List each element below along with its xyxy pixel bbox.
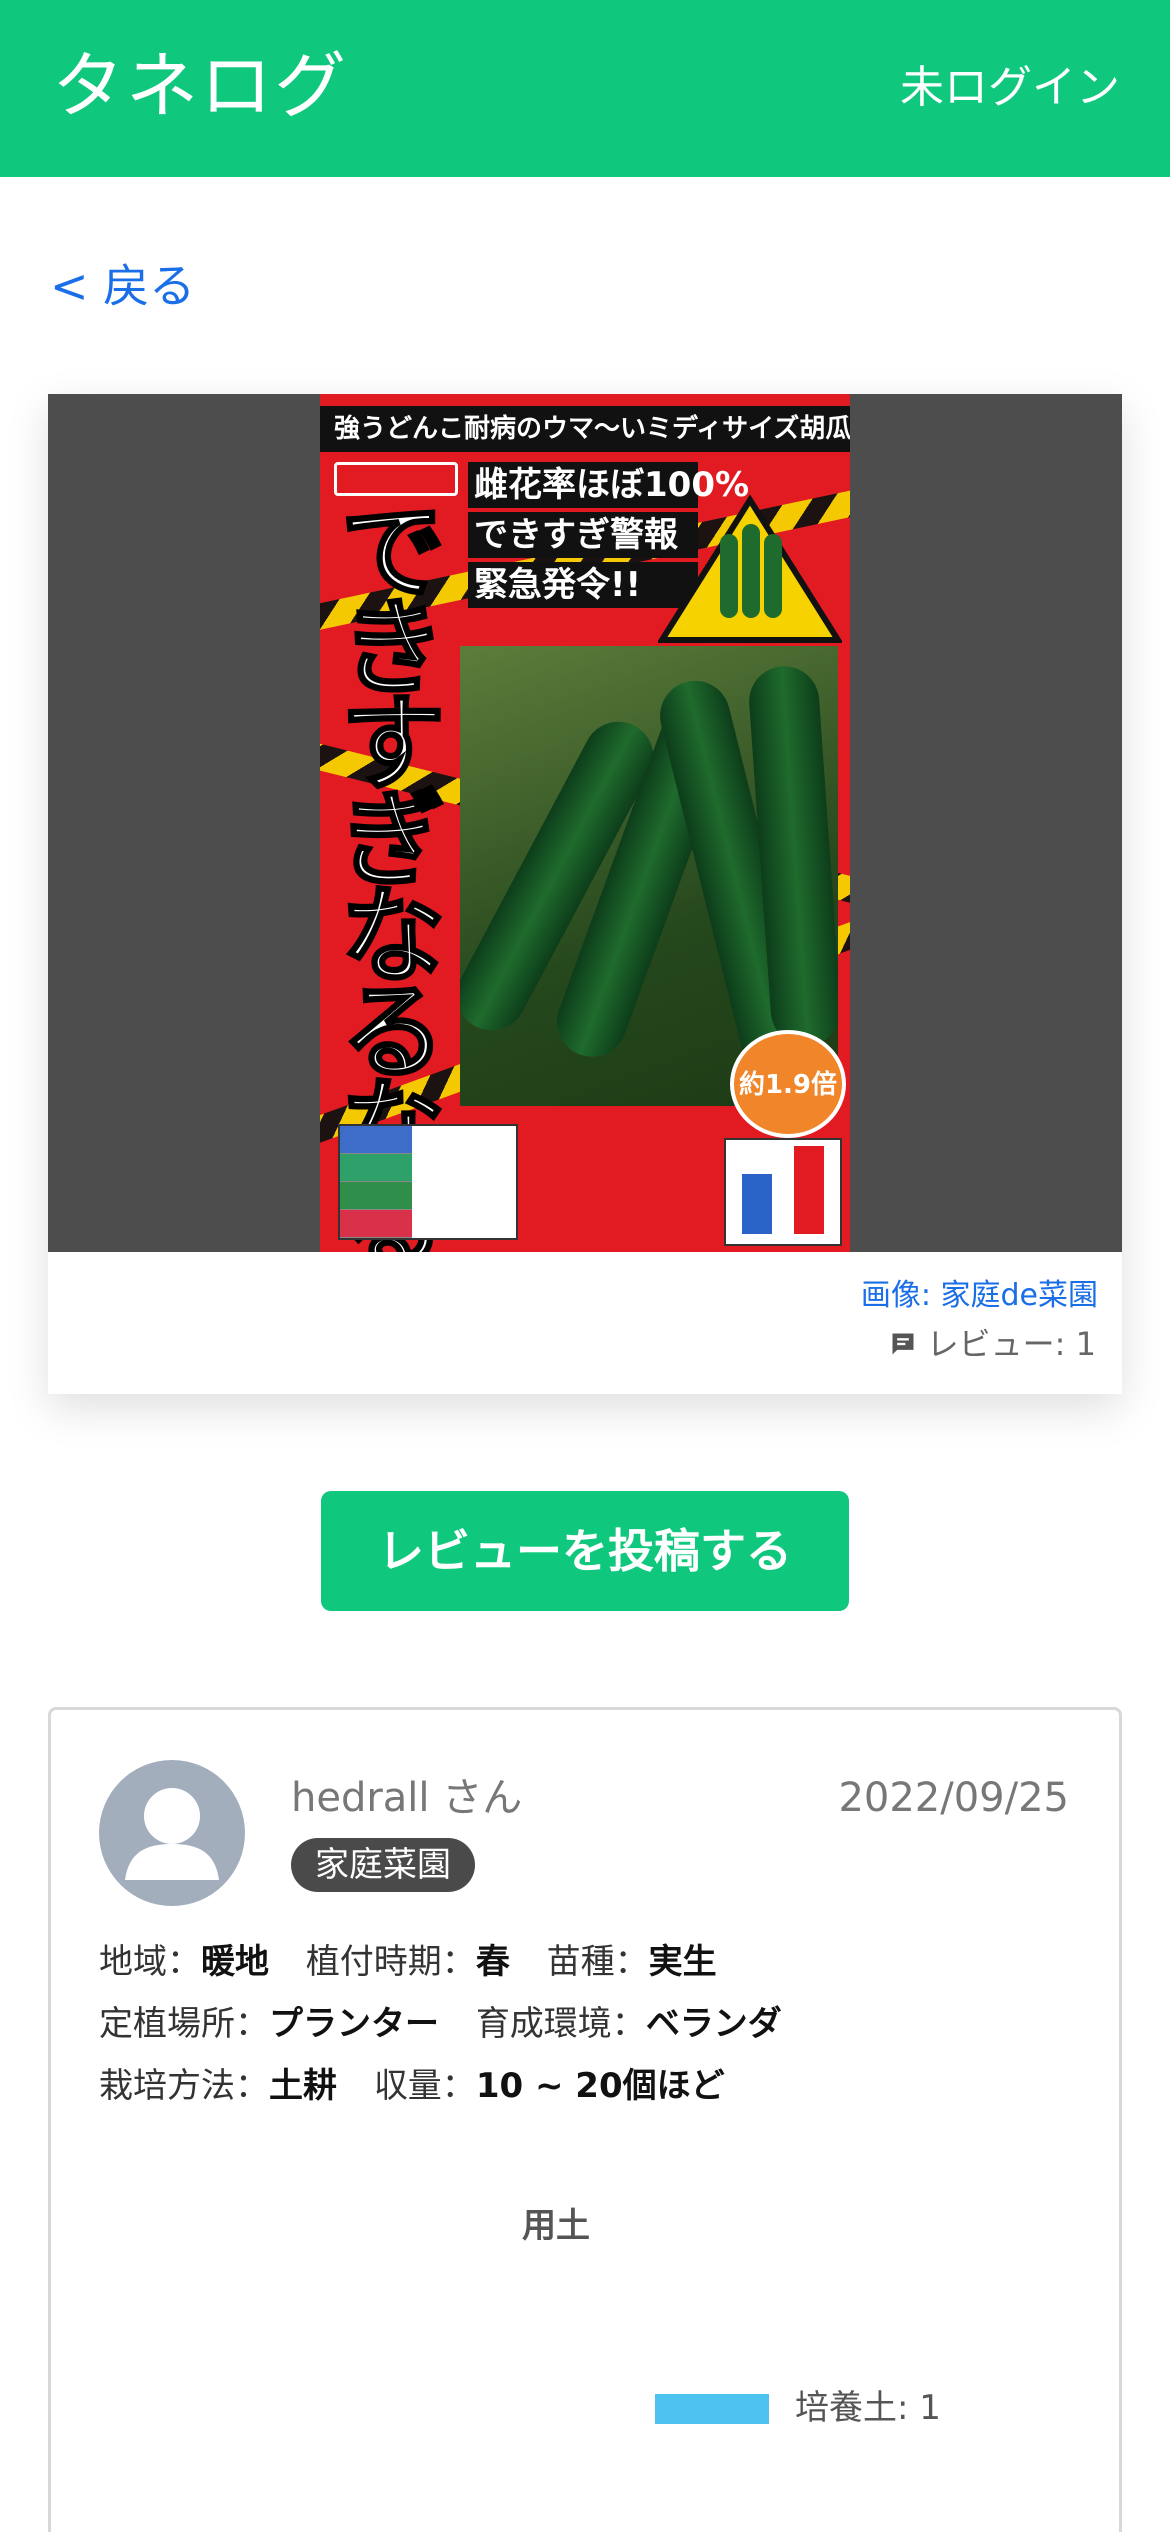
attr-value-seedling: 実生: [648, 1942, 717, 1982]
product-card: 強うどんこ耐病のウマ～いミディサイズ胡瓜 できすぎなるなる 雌花率ほぼ100% …: [48, 394, 1122, 1394]
attr-label: 地域：: [99, 1942, 201, 1982]
attr-label: 栽培方法：: [99, 2066, 269, 2106]
attr-value-region: 暖地: [201, 1942, 269, 1982]
app-title[interactable]: タネログ: [52, 38, 348, 134]
back-link[interactable]: < 戻る: [50, 256, 195, 316]
attr-line-1: 地域：暖地 植付時期：春 苗種：実生: [99, 1938, 743, 1986]
attr-value-yield: 10 ~ 20個ほど: [475, 2066, 725, 2106]
attr-label: 収量：: [373, 2066, 476, 2106]
pack-caption-bar: 強うどんこ耐病のウマ～いミディサイズ胡瓜: [320, 406, 850, 452]
pack-caption: 強うどんこ耐病のウマ～いミディサイズ胡瓜: [334, 414, 850, 444]
mini-bar: [742, 1174, 772, 1234]
attr-line-3: 栽培方法：土耕 収量：10 ~ 20個ほど: [99, 2062, 751, 2110]
yield-bubble-text: 約1.9倍: [738, 1070, 838, 1100]
yield-mini-chart: [724, 1138, 842, 1246]
attr-value-place: プランター: [269, 2004, 439, 2044]
app-header: タネログ 未ログイン: [0, 0, 1170, 177]
sowing-table: [338, 1124, 518, 1240]
warning-triangle-icon: [658, 494, 842, 643]
seed-pack-image: 強うどんこ耐病のウマ～いミディサイズ胡瓜 できすぎなるなる 雌花率ほぼ100% …: [320, 394, 850, 1252]
attr-value-method: 土耕: [269, 2066, 337, 2106]
attr-line-2: 定植場所：プランター 育成環境：ベランダ: [99, 2000, 808, 2048]
legend-swatch: [655, 2394, 769, 2424]
comment-icon: [892, 1333, 914, 1355]
post-review-button[interactable]: レビューを投稿する: [321, 1491, 849, 1611]
product-image-area: 強うどんこ耐病のウマ～いミディサイズ胡瓜 できすぎなるなる 雌花率ほぼ100% …: [48, 394, 1122, 1252]
user-avatar-icon: [125, 1788, 219, 1880]
attr-label: 定植場所：: [99, 2004, 269, 2044]
mini-bar: [794, 1146, 824, 1234]
review-count-label: レビュー: 1: [926, 1325, 1096, 1363]
attr-label: 育成環境：: [475, 2004, 646, 2044]
attr-value-env: ベランダ: [645, 2004, 782, 2044]
review-card: hedrall さん 2022/09/25 家庭菜園 地域：暖地 植付時期：春 …: [48, 1707, 1122, 2532]
login-link[interactable]: 未ログイン: [900, 58, 1120, 118]
review-count: レビュー: 1: [889, 1322, 1096, 1366]
user-type-badge: 家庭菜園: [291, 1838, 475, 1892]
legend-label: 培養土: 1: [795, 2388, 941, 2428]
attr-value-planting: 春: [475, 1942, 510, 1982]
avatar[interactable]: [99, 1760, 245, 1906]
review-username[interactable]: hedrall さん: [291, 1770, 522, 1826]
image-credit-link[interactable]: 画像: 家庭de菜園: [861, 1276, 1098, 1316]
yield-bubble: 約1.9倍: [730, 1030, 846, 1138]
review-date: 2022/09/25: [838, 1775, 1069, 1821]
attr-label: 苗種：: [546, 1942, 649, 1982]
attr-label: 植付時期：: [305, 1942, 476, 1982]
soil-chart-title: 用土: [522, 2206, 590, 2246]
